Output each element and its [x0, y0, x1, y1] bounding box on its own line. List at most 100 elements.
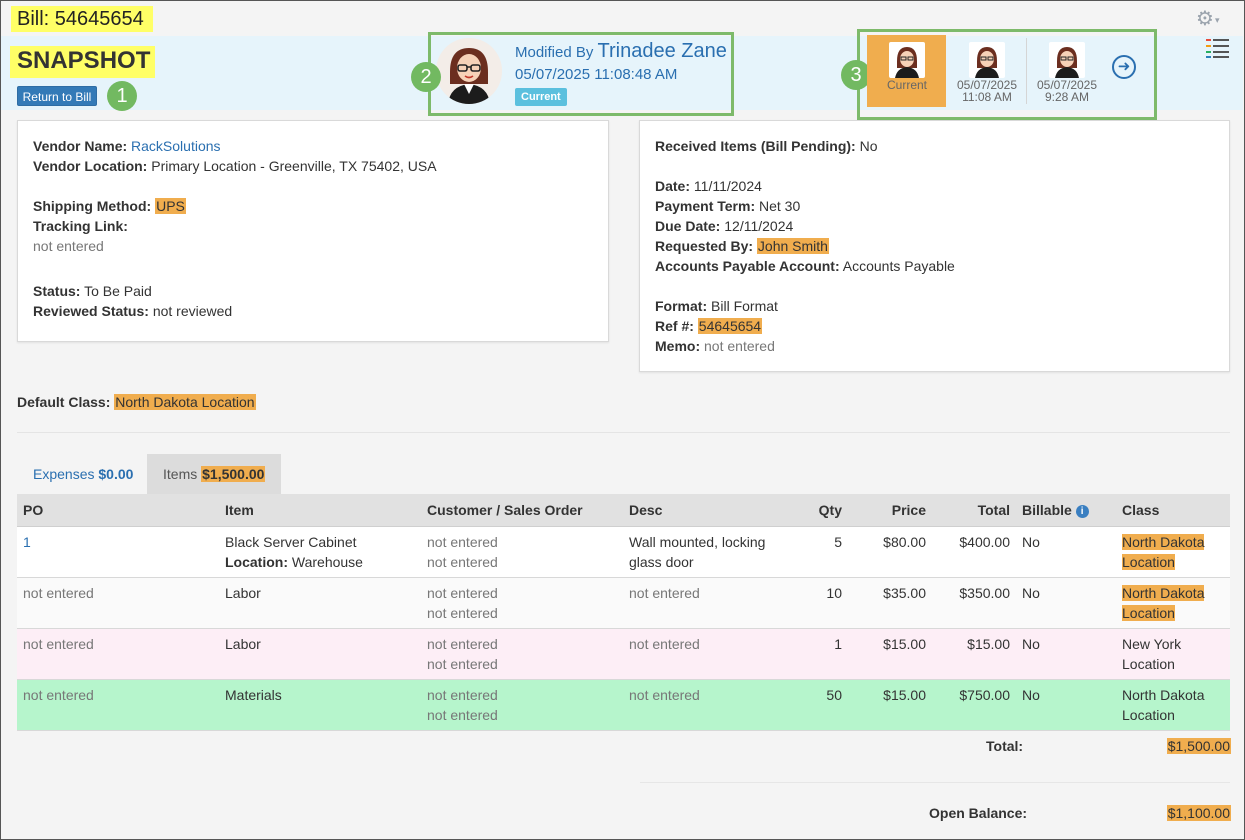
- customer-value: not entered: [427, 533, 498, 550]
- version-avatar-current: [889, 42, 925, 78]
- totals-divider: [640, 782, 1230, 783]
- vendor-location-row: Vendor Location: Primary Location - Gree…: [33, 156, 437, 176]
- callout-badge-1: 1: [107, 81, 137, 111]
- po-link[interactable]: 1: [23, 534, 31, 550]
- return-to-bill-button[interactable]: Return to Bill: [17, 86, 97, 106]
- ap-account-row: Accounts Payable Account: Accounts Payab…: [655, 256, 955, 276]
- default-class-label: Default Class:: [17, 394, 111, 410]
- due-date-row: Due Date: 12/11/2024: [655, 216, 793, 236]
- section-divider: [17, 432, 1230, 433]
- customer-value: not entered: [427, 686, 498, 703]
- list-view-icon[interactable]: [1206, 36, 1230, 58]
- ref-row: Ref #: 54645654: [655, 316, 763, 336]
- vendor-name-label: Vendor Name:: [33, 138, 128, 154]
- column-header-customer[interactable]: Customer / Sales Order: [421, 494, 623, 527]
- billable-header-label: Billable: [1022, 501, 1072, 518]
- version-avatar-2[interactable]: [1049, 42, 1085, 78]
- received-items-value: No: [859, 138, 878, 154]
- status-label: Status:: [33, 283, 81, 299]
- customer-value: not entered: [427, 584, 498, 601]
- sales-order-value: not entered: [427, 604, 498, 621]
- tracking-link-label: Tracking Link:: [33, 218, 128, 234]
- chevron-down-icon: ▾: [1214, 14, 1220, 25]
- shipping-method-row: Shipping Method: UPS: [33, 196, 186, 216]
- received-items-label: Received Items (Bill Pending):: [655, 138, 856, 154]
- callout-badge-2: 2: [411, 62, 441, 92]
- billable-value: No: [1016, 577, 1116, 629]
- table-row: not entered Labor not entered not entere…: [17, 628, 1230, 680]
- vendor-location-label: Vendor Location:: [33, 158, 148, 174]
- modified-by-line: Modified By Trinadee Zane: [515, 40, 727, 63]
- item-name: Labor: [219, 577, 421, 629]
- desc-value: not entered: [623, 577, 799, 629]
- column-header-total[interactable]: Total: [932, 494, 1016, 527]
- vendor-name-row: Vendor Name: RackSolutions: [33, 136, 221, 156]
- sales-order-value: not entered: [427, 706, 498, 723]
- status-row: Status: To Be Paid: [33, 281, 152, 301]
- open-balance-label: Open Balance:: [929, 805, 1028, 821]
- qty-value: 1: [799, 628, 848, 680]
- price-value: $80.00: [848, 526, 932, 578]
- customer-value: not entered: [427, 635, 498, 652]
- memo-label: Memo:: [655, 338, 701, 354]
- column-header-class[interactable]: Class: [1116, 494, 1230, 527]
- due-date-value: 12/11/2024: [724, 218, 794, 234]
- item-location: Location: Warehouse: [225, 552, 415, 572]
- total-value: $400.00: [932, 526, 1016, 578]
- desc-value: Wall mounted, locking glass door: [623, 526, 799, 578]
- modified-by-name: Trinadee Zane: [597, 40, 727, 62]
- requested-by-row: Requested By: John Smith: [655, 236, 829, 256]
- version-label-current: Current: [886, 78, 927, 92]
- snapshot-title: SNAPSHOT: [10, 46, 156, 78]
- item-location-label: Location:: [225, 553, 288, 570]
- column-header-billable[interactable]: Billable i: [1016, 494, 1116, 527]
- column-header-qty[interactable]: Qty: [799, 494, 848, 527]
- tab-items-amount: $1,500.00: [201, 466, 266, 482]
- class-value: North Dakota Location: [1122, 533, 1205, 570]
- open-balance-amount: $1,100.00: [1166, 805, 1231, 821]
- current-badge: Current: [515, 88, 567, 106]
- format-row: Format: Bill Format: [655, 296, 778, 316]
- total-label: Total:: [986, 738, 1024, 754]
- class-value: North Dakota Location: [1122, 584, 1205, 621]
- table-row: 1 Black Server Cabinet Location: Warehou…: [17, 526, 1230, 578]
- reviewed-status-row: Reviewed Status: not reviewed: [33, 301, 232, 321]
- vendor-name-link[interactable]: RackSolutions: [131, 138, 221, 154]
- class-value: North Dakota Location: [1116, 679, 1230, 731]
- default-class-row: Default Class: North Dakota Location: [17, 392, 256, 412]
- vendor-location-value: Primary Location - Greenville, TX 75402,…: [151, 158, 437, 174]
- column-header-price[interactable]: Price: [848, 494, 932, 527]
- settings-menu-button[interactable]: ⚙▾: [1196, 9, 1232, 29]
- tab-expenses[interactable]: Expenses $0.00: [17, 454, 149, 494]
- po-value: not entered: [17, 628, 219, 680]
- column-header-desc[interactable]: Desc: [623, 494, 799, 527]
- requested-by-value: John Smith: [756, 238, 829, 254]
- bill-title: Bill: 54645654: [11, 6, 153, 32]
- format-label: Format:: [655, 298, 708, 314]
- total-value: $350.00: [932, 577, 1016, 629]
- date-row: Date: 11/11/2024: [655, 176, 762, 196]
- billable-value: No: [1016, 679, 1116, 731]
- sales-order-value: not entered: [427, 553, 498, 570]
- table-header-row: PO Item Customer / Sales Order Desc Qty …: [17, 494, 1230, 527]
- default-class-value: North Dakota Location: [114, 394, 256, 410]
- column-header-item[interactable]: Item: [219, 494, 421, 527]
- memo-value: not entered: [704, 338, 775, 354]
- item-location-value: Warehouse: [291, 553, 363, 570]
- tab-expenses-amount: $0.00: [98, 466, 134, 482]
- column-header-po[interactable]: PO: [17, 494, 219, 527]
- tab-items[interactable]: Items $1,500.00: [147, 454, 282, 494]
- arrow-right-circle-icon[interactable]: ➜: [1112, 55, 1136, 79]
- modified-by-label: Modified By: [515, 44, 594, 61]
- reviewed-status-value: not reviewed: [152, 303, 233, 319]
- version-avatar-1[interactable]: [969, 42, 1005, 78]
- item-name: Black Server Cabinet: [225, 533, 357, 550]
- qty-value: 50: [799, 679, 848, 731]
- format-value: Bill Format: [711, 298, 778, 314]
- po-value: not entered: [17, 577, 219, 629]
- version-time-2: 9:28 AM: [1044, 90, 1090, 104]
- tracking-link-value: not entered: [33, 238, 104, 254]
- info-icon[interactable]: i: [1075, 504, 1089, 518]
- class-value: New York Location: [1116, 628, 1230, 680]
- billable-value: No: [1016, 628, 1116, 680]
